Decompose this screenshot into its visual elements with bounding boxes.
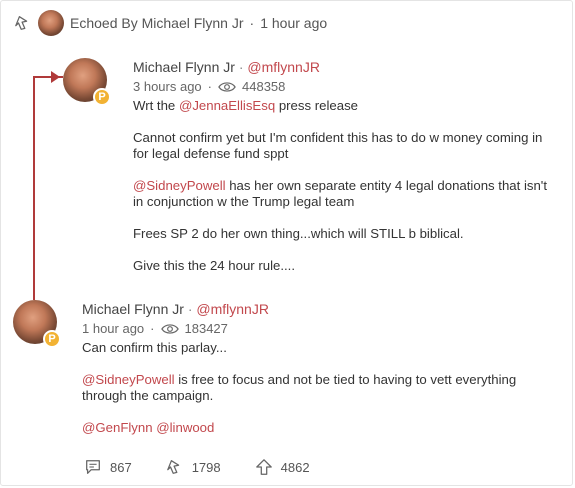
main-post-meta: 1 hour ago · 183427 [82,321,552,336]
comment-count: 867 [110,459,132,475]
main-post-time: 1 hour ago [82,321,145,336]
mention-link[interactable]: @SidneyPowell [82,372,175,387]
verified-badge-icon: P [43,330,61,348]
upvote-count: 4862 [280,459,310,475]
quoted-para-4: Frees SP 2 do her own thing...which will… [133,226,464,241]
main-author-handle[interactable]: @mflynnJR [196,301,269,317]
quoted-para-1: Wrt the @JennaEllisEsq press release [133,98,553,114]
quoted-author-name[interactable]: Michael Flynn Jr [133,59,235,75]
thread-connector [33,76,63,300]
main-para-2: @SidneyPowell is free to focus and not b… [82,372,552,404]
name-separator: · [187,301,193,317]
quoted-post-views: 448358 [242,79,286,94]
upvote-button[interactable]: 4862 [255,458,310,476]
meta-separator: · [207,79,213,94]
meta-separator: · [150,321,155,336]
mention-link[interactable]: @JennaEllisEsq [179,98,275,113]
quoted-author-avatar[interactable]: P [63,58,111,106]
quoted-post: Michael Flynn Jr · @mflynnJR 3 hours ago… [133,59,553,274]
quoted-post-body: Wrt the @JennaEllisEsq press release Can… [133,98,553,274]
quoted-post-header: Michael Flynn Jr · @mflynnJR [133,59,553,75]
echo-author-avatar[interactable] [38,10,64,36]
main-para-3: @GenFlynn @linwood [82,420,552,436]
comment-button[interactable]: 867 [84,458,132,476]
quoted-post-time: 3 hours ago [133,79,202,94]
quoted-para-2: Cannot confirm yet but I'm confident thi… [133,130,543,161]
main-para-1: Can confirm this parlay... [82,340,227,355]
echo-icon [15,16,28,30]
text-fragment: press release [275,98,358,113]
echo-count: 1798 [191,459,221,475]
eye-icon [160,323,179,334]
echo-header: Echoed By Michael Flynn Jr · 1 hour ago [14,9,327,37]
main-author-avatar[interactable]: P [13,300,61,348]
comment-icon [86,460,100,474]
quoted-para-3: @SidneyPowell has her own separate entit… [133,178,553,210]
action-bar: 867 1798 4862 [84,458,344,476]
text-fragment: Wrt the [133,98,179,113]
mention-link[interactable]: @linwood [156,420,214,435]
main-post-body: Can confirm this parlay... @SidneyPowell… [82,340,552,436]
echo-time: 1 hour ago [260,15,328,31]
echo-button[interactable]: 1798 [166,458,221,476]
mention-link[interactable]: @GenFlynn [82,420,153,435]
quoted-author-handle[interactable]: @mflynnJR [247,59,320,75]
quoted-para-5: Give this the 24 hour rule.... [133,258,295,273]
verified-badge-icon: P [93,88,111,106]
main-post-views: 183427 [184,321,228,336]
name-separator: · [238,59,244,75]
echo-separator: · [249,15,255,31]
echo-icon [166,460,179,474]
echo-label[interactable]: Echoed By Michael Flynn Jr [70,15,244,31]
upvote-icon [255,459,272,475]
mention-link[interactable]: @SidneyPowell [133,178,226,193]
main-post: Michael Flynn Jr · @mflynnJR 1 hour ago … [82,301,552,436]
quoted-post-meta: 3 hours ago · 448358 [133,79,553,94]
eye-icon [218,81,236,92]
main-post-header: Michael Flynn Jr · @mflynnJR [82,301,552,317]
connector-arrow-icon [51,71,60,83]
main-author-name[interactable]: Michael Flynn Jr [82,301,184,317]
